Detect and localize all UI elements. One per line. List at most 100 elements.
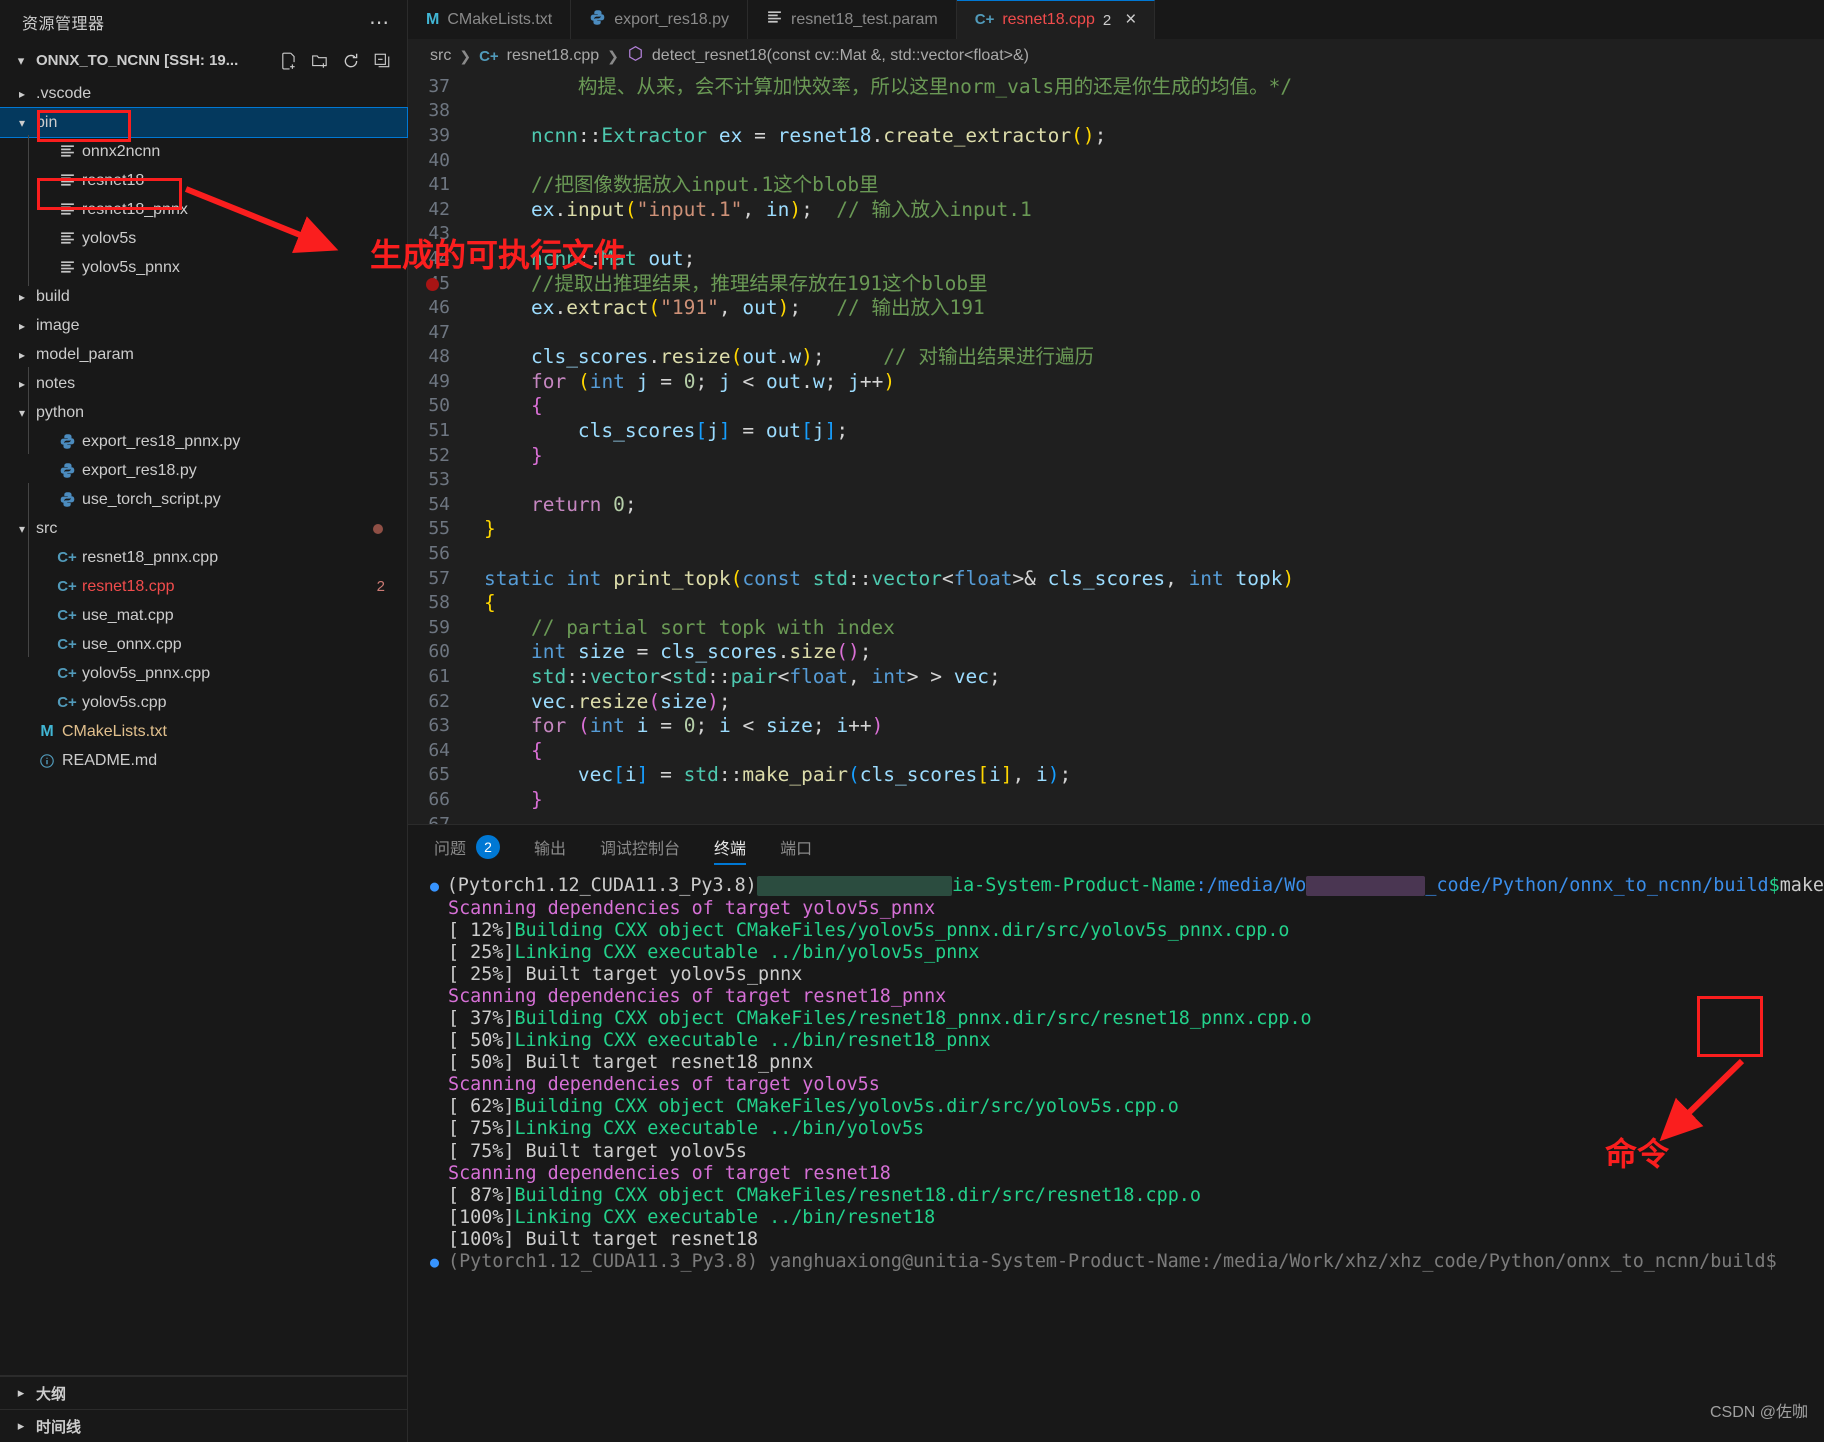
- tree-item-yolov5s[interactable]: yolov5s: [0, 224, 407, 253]
- tree-item-export-res18-py[interactable]: export_res18.py: [0, 456, 407, 485]
- tree-item-resnet18-cpp[interactable]: C+ resnet18.cpp 2: [0, 572, 407, 601]
- code-text: }: [484, 517, 496, 541]
- tree-item-notes[interactable]: ▸ notes: [0, 369, 407, 398]
- cmake-icon: M: [40, 722, 54, 740]
- code-text: }: [530, 787, 543, 811]
- tree-item-yolov5s-cpp[interactable]: C+ yolov5s.cpp: [0, 688, 407, 717]
- terminal-line: [100%] Linking CXX executable ../bin/res…: [448, 1206, 936, 1228]
- terminal-line: [ 50%] Linking CXX executable ../bin/res…: [448, 1030, 991, 1052]
- code-line: 51 cls_scores[j] = out[j];: [408, 419, 1824, 444]
- terminal-line: Scanning dependencies of target yolov5s: [448, 1074, 880, 1096]
- breadcrumb-item-method[interactable]: detect_resnet18(const cv::Mat &, std::ve…: [652, 47, 1029, 65]
- tree-item-resnet18-pnnx-cpp[interactable]: C+ resnet18_pnnx.cpp: [0, 543, 407, 572]
- panel-tab-1[interactable]: 输出: [534, 825, 566, 869]
- line-number: 37: [428, 75, 450, 97]
- close-icon[interactable]: ×: [1125, 9, 1136, 31]
- tree-item-use-mat-cpp[interactable]: C+ use_mat.cpp: [0, 601, 407, 630]
- code-line: 44 ncnn::Mat out;: [408, 247, 1824, 272]
- code-editor[interactable]: 37 构提、从来，会不计算加快效率，所以这里norm_vals用的还是你生成的均…: [408, 72, 1824, 825]
- error-count-badge: 2: [376, 578, 385, 595]
- panel-tab-2[interactable]: 调试控制台: [600, 825, 680, 869]
- tab-label: resnet18_test.param: [790, 10, 938, 28]
- terminal-output[interactable]: ● (Pytorch1.12_CUDA11.3_Py3.8) ia-System-…: [408, 869, 1824, 1442]
- tree-item-model-param[interactable]: ▸ model_param: [0, 340, 407, 369]
- ellipsis-icon[interactable]: ⋯: [369, 10, 391, 35]
- new-file-icon[interactable]: [276, 48, 302, 74]
- code-line: 66 }: [408, 788, 1824, 813]
- code-line: 56: [408, 542, 1824, 567]
- chevron-right-icon: ▸: [17, 1385, 25, 1400]
- project-root-header[interactable]: ▾ ONNX_TO_NCNN [SSH: 19...: [0, 44, 407, 77]
- code-text: int size = cls_scores.size();: [530, 640, 872, 664]
- breadcrumb-item-file[interactable]: resnet18.cpp: [507, 47, 600, 65]
- tree-item--vscode[interactable]: ▸ .vscode: [0, 79, 407, 108]
- file-tree: ▸ .vscode ▾ bin onnx2ncnn resnet18 resnet18_pn…: [0, 77, 408, 775]
- terminal-line: Scanning dependencies of target resnet18: [448, 1162, 891, 1184]
- tree-item-label: resnet18_pnnx.cpp: [82, 548, 219, 566]
- chevron-right-icon: ▸: [18, 318, 26, 333]
- tree-item-label: notes: [36, 374, 76, 392]
- tree-item-resnet18[interactable]: resnet18: [0, 166, 407, 195]
- line-number: 61: [428, 666, 450, 688]
- tree-item-image[interactable]: ▸ image: [0, 311, 407, 340]
- code-text: std::vector<std::pair<float, int> > vec;: [530, 665, 1001, 689]
- line-number: 57: [428, 567, 450, 589]
- collapse-all-icon[interactable]: [369, 48, 395, 74]
- code-text: {: [530, 394, 543, 418]
- terminal-status-dot: ●: [430, 1253, 440, 1272]
- line-number: 44: [428, 247, 450, 269]
- indent-guide: [28, 483, 29, 657]
- panel-tab-3[interactable]: 终端: [714, 825, 747, 869]
- code-text: for (int j = 0; j < out.w; j++): [530, 369, 896, 393]
- tree-item-python[interactable]: ▾ python: [0, 398, 407, 427]
- breadcrumb-item-src[interactable]: src: [430, 47, 451, 65]
- tree-item-cmakelists-txt[interactable]: M CMakeLists.txt: [0, 717, 407, 746]
- tree-item-label: export_res18_pnnx.py: [82, 432, 241, 450]
- tree-item-resnet18-pnnx[interactable]: resnet18_pnnx: [0, 195, 407, 224]
- tree-item-use-torch-script-py[interactable]: use_torch_script.py: [0, 485, 407, 514]
- tree-item-yolov5s-pnnx[interactable]: yolov5s_pnnx: [0, 253, 407, 282]
- tree-item-bin[interactable]: ▾ bin: [0, 107, 408, 138]
- code-line: 52 }: [408, 444, 1824, 469]
- tree-item-label: bin: [36, 113, 58, 131]
- tab-resnet18-test-param[interactable]: resnet18_test.param: [747, 0, 957, 40]
- terminal-line: [ 62%] Building CXX object CMakeFiles/yo…: [448, 1096, 1179, 1118]
- new-folder-icon[interactable]: [307, 48, 333, 74]
- tree-item-onnx2ncnn[interactable]: onnx2ncnn: [0, 137, 407, 166]
- tree-item-src[interactable]: ▾ src: [0, 514, 407, 543]
- cpp-icon: C+: [974, 11, 995, 29]
- line-number: 45: [428, 272, 450, 294]
- terminal-line: [ 25%] Built target yolov5s_pnnx: [448, 963, 803, 985]
- tab-resnet18-cpp[interactable]: C+ resnet18.cpp 2 ×: [956, 0, 1156, 40]
- explorer-sidebar: 资源管理器 ⋯ ▾ ONNX_TO_NCNN [SSH: 19... ▸ .vs…: [0, 0, 408, 1442]
- chevron-right-icon: ❯: [607, 47, 619, 64]
- tree-item-build[interactable]: ▸ build: [0, 282, 407, 311]
- line-number: 43: [428, 223, 450, 245]
- breakpoint-icon[interactable]: [426, 277, 439, 291]
- tree-item-export-res18-pnnx-py[interactable]: export_res18_pnnx.py: [0, 427, 407, 456]
- panel-tab-0[interactable]: 问题 2: [434, 825, 501, 869]
- binary-file-icon: [54, 259, 80, 276]
- tree-item-readme-md[interactable]: README.md: [0, 746, 407, 775]
- indent-guide: [28, 367, 29, 454]
- tree-item-use-onnx-cpp[interactable]: C+ use_onnx.cpp: [0, 630, 407, 659]
- code-text: vec[i] = std::make_pair(cls_scores[i], i…: [577, 763, 1072, 787]
- tab-cmakelists-txt[interactable]: M CMakeLists.txt: [408, 0, 572, 40]
- bottom-panel: 问题 2 输出 调试控制台 终端 端口 ● (Pytorch1.12_CUDA11.3_Py…: [408, 824, 1824, 1442]
- tree-item-label: yolov5s.cpp: [82, 693, 167, 711]
- code-line: 39 ncnn::Extractor ex = resnet18.create_…: [408, 124, 1824, 149]
- python-icon: [589, 9, 606, 31]
- cpp-icon: C+: [57, 694, 77, 711]
- line-number: 58: [428, 592, 450, 614]
- tree-item-label: image: [36, 316, 80, 334]
- tab-export-res18-py[interactable]: export_res18.py: [571, 0, 748, 40]
- sidebar-pane-outline[interactable]: ▸ 大纲: [0, 1376, 407, 1409]
- sidebar-pane-timeline[interactable]: ▸ 时间线: [0, 1409, 407, 1442]
- refresh-icon[interactable]: [338, 48, 364, 74]
- code-line: 58 {: [408, 591, 1824, 616]
- tree-item-yolov5s-pnnx-cpp[interactable]: C+ yolov5s_pnnx.cpp: [0, 659, 407, 688]
- tree-item-label: resnet18_pnnx: [82, 200, 188, 218]
- code-line: 43: [408, 222, 1824, 247]
- panel-tab-4[interactable]: 端口: [780, 825, 812, 869]
- tree-item-label: resnet18.cpp: [82, 577, 175, 595]
